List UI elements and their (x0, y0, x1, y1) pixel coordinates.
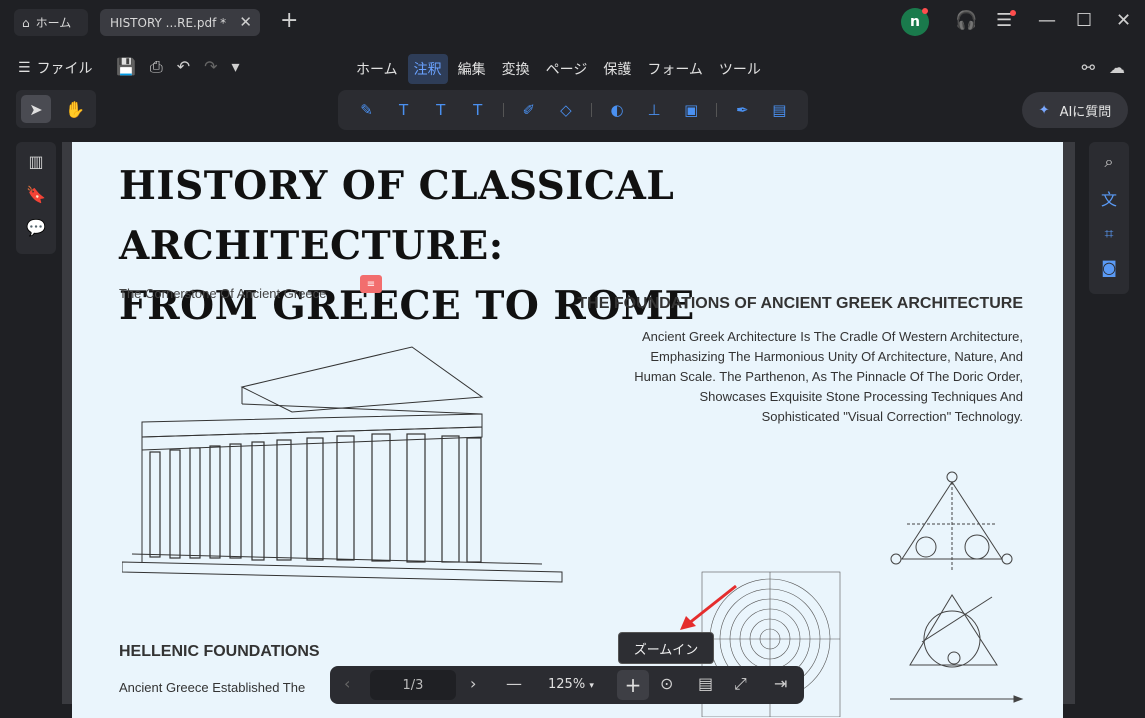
save-icon[interactable]: 💾 (116, 57, 136, 77)
search-icon[interactable]: ⌕ (1105, 152, 1114, 172)
selection-tools: ➤ ✋ (16, 90, 96, 128)
hellenic-title: HELLENIC FOUNDATIONS (119, 643, 320, 660)
pen-icon[interactable]: ✐ (517, 98, 541, 122)
ocr-icon[interactable]: ⌗ (1104, 224, 1113, 244)
tab-home[interactable]: ホーム (350, 54, 404, 84)
notification-dot (922, 8, 928, 14)
file-menu-label: ファイル (36, 61, 93, 77)
translate-icon[interactable]: 文 (1101, 186, 1117, 210)
ai-ask-label: AIに質問 (1059, 104, 1112, 120)
ai-sparkle-icon: ✦ (1038, 102, 1050, 118)
select-tool-button[interactable]: ➤ (21, 95, 51, 123)
chevron-down-icon: ▾ (589, 681, 594, 691)
print-icon[interactable]: ⎙ (150, 57, 163, 77)
tab-annotate[interactable]: 注釈 (407, 54, 448, 84)
subtitle: The Cornerstone Of Ancient Greece (119, 286, 327, 301)
page-view-icon[interactable]: ▤ (698, 674, 713, 693)
screenshot-icon[interactable]: ◙ (1101, 258, 1117, 277)
home-tab-label: ホーム (35, 16, 72, 30)
hamburger-icon: ☰ (18, 60, 31, 76)
highlight-icon[interactable]: ✎ (355, 98, 379, 122)
stamp-icon[interactable]: ⊥ (642, 98, 666, 122)
hand-tool-button[interactable]: ✋ (60, 95, 90, 123)
temple-illustration (122, 346, 563, 583)
left-sidebar: ▥ 🔖 💬 (16, 142, 56, 254)
hellenic-body: Ancient Greece Established The (119, 680, 306, 695)
textbox-icon[interactable]: ▣ (679, 98, 703, 122)
ai-ask-button[interactable]: ✦ AIに質問 (1022, 92, 1128, 128)
text-strikethrough-icon[interactable]: T (429, 98, 453, 122)
signature-icon[interactable]: ✒ (730, 98, 754, 122)
prev-page-button[interactable]: ‹ (344, 674, 350, 693)
toolbar-divider (716, 103, 718, 117)
annotation-toolbar: ✎ T T T ✐ ◇ ◐ ⊥ ▣ ✒ ▤ (338, 90, 808, 130)
undo-icon[interactable]: ↶ (177, 57, 190, 77)
document-tab-label: HISTORY ...RE.pdf * (110, 15, 227, 30)
file-menu[interactable]: ☰ ファイル (18, 58, 93, 78)
text-squiggly-icon[interactable]: T (466, 98, 490, 122)
menu-bar: ☰ ファイル 💾 ⎙ ↶ ↷ ▾ ホーム 注釈 編集 変換 ページ 保護 フォー… (0, 44, 1145, 90)
page-navigation-bar: ‹ 1/3 › — 125% ▾ + ⊙ ▤ ⤢ ⇥ (330, 666, 804, 704)
tab-convert[interactable]: 変換 (496, 54, 536, 84)
fullscreen-icon[interactable]: ⤢ (734, 674, 747, 694)
comment-note-icon[interactable]: ≡ (360, 275, 382, 293)
close-window-button[interactable]: ✕ (1116, 10, 1131, 31)
text-underline-icon[interactable]: T (392, 98, 416, 122)
thumbnails-icon[interactable]: ▥ (28, 152, 43, 171)
toolbar-divider (590, 103, 592, 117)
close-tab-icon[interactable]: ✕ (239, 13, 252, 31)
pdf-page: HISTORY OF CLASSICAL ARCHITECTURE: FROM … (72, 142, 1063, 718)
fit-page-icon[interactable]: ⊙ (660, 674, 673, 693)
new-tab-button[interactable]: + (280, 8, 298, 33)
right-sidebar: ⌕ 文 ⌗ ◙ (1089, 142, 1129, 294)
tab-form[interactable]: フォーム (641, 54, 709, 84)
section-body: Ancient Greek Architecture Is The Cradle… (634, 329, 1023, 424)
document-tab[interactable]: HISTORY ...RE.pdf * ✕ (100, 9, 260, 36)
chevron-down-icon[interactable]: ▾ (232, 57, 240, 77)
zoom-level-select[interactable]: 125% ▾ (548, 677, 594, 692)
tab-page[interactable]: ページ (540, 54, 594, 84)
shape-icon[interactable]: ◐ (605, 98, 629, 122)
home-icon: ⌂ (22, 15, 30, 30)
tab-protect[interactable]: 保護 (597, 54, 637, 84)
bookmark-icon[interactable]: 🔖 (26, 185, 46, 204)
redo-icon[interactable]: ↷ (204, 57, 217, 77)
next-page-button[interactable]: › (470, 674, 476, 693)
home-tab[interactable]: ⌂ ホーム (14, 9, 88, 36)
title-bar: ⌂ ホーム HISTORY ...RE.pdf * ✕ + n 🎧 ☰ — ☐ … (0, 0, 1145, 44)
red-arrow-annotation (680, 584, 737, 630)
eraser-icon[interactable]: ◇ (554, 98, 578, 122)
support-icon[interactable]: 🎧 (955, 10, 977, 31)
menu-right-actions: ⚯ ☁ (1082, 58, 1125, 77)
share-icon[interactable]: ⚯ (1082, 58, 1095, 77)
section-title: THE FOUNDATIONS OF ANCIENT GREEK ARCHITE… (577, 295, 1023, 312)
upload-cloud-icon[interactable]: ☁ (1109, 58, 1125, 77)
comments-icon[interactable]: 💬 (26, 218, 46, 237)
comment-icon[interactable]: ▤ (767, 98, 791, 122)
page-number-input[interactable]: 1/3 (370, 670, 456, 700)
menu-tabs: ホーム 注釈 編集 変換 ページ 保護 フォーム ツール (350, 54, 767, 84)
maximize-button[interactable]: ☐ (1076, 10, 1092, 31)
zoom-in-tooltip: ズームイン (618, 632, 714, 664)
tab-edit[interactable]: 編集 (452, 54, 492, 84)
menu-notification-dot (1010, 10, 1016, 16)
zoom-in-button[interactable]: + (617, 670, 649, 700)
exit-panel-icon[interactable]: ⇥ (774, 674, 787, 693)
quick-actions: 💾 ⎙ ↶ ↷ ▾ (116, 57, 240, 77)
minimize-button[interactable]: — (1038, 10, 1056, 31)
tab-tools[interactable]: ツール (713, 54, 767, 84)
zoom-out-button[interactable]: — (506, 674, 522, 693)
toolbar-divider (502, 103, 504, 117)
